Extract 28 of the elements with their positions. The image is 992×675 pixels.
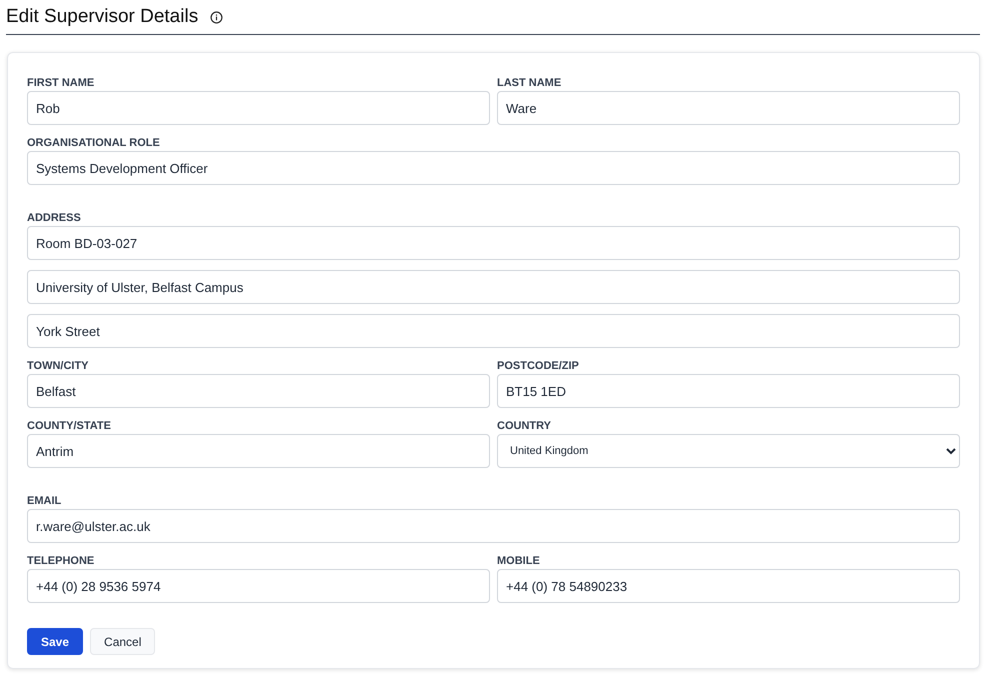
- input-field[interactable]: BT15 1ED: [497, 374, 960, 408]
- input-field[interactable]: York Street: [27, 314, 960, 348]
- field-label: TOWN/CITY: [27, 359, 90, 374]
- input-field[interactable]: University of Ulster, Belfast Campus: [27, 270, 960, 304]
- field-label: EMAIL: [27, 494, 62, 509]
- field-label: COUNTY/STATE: [27, 419, 112, 434]
- field-label: ADDRESS: [27, 211, 82, 226]
- info-icon[interactable]: [210, 10, 224, 24]
- field-label: LAST NAME: [497, 76, 562, 91]
- input-field[interactable]: Room BD-03-027: [27, 226, 960, 260]
- field-label: FIRST NAME: [27, 76, 96, 91]
- input-field[interactable]: Antrim: [27, 434, 490, 468]
- input-field[interactable]: Rob: [27, 91, 490, 125]
- field-label: ORGANISATIONAL ROLE: [27, 136, 161, 151]
- field-label: MOBILE: [497, 554, 541, 569]
- cancel-button[interactable]: Cancel: [90, 628, 156, 655]
- field-label: POSTCODE/ZIP: [497, 359, 580, 374]
- input-field[interactable]: Ware: [497, 91, 960, 125]
- page-title: Edit Supervisor Details: [6, 6, 198, 28]
- input-field[interactable]: r.ware@ulster.ac.uk: [27, 509, 960, 543]
- save-button[interactable]: Save: [27, 628, 84, 655]
- input-field[interactable]: Systems Development Officer: [27, 151, 960, 185]
- field-label: COUNTRY: [497, 419, 552, 434]
- input-field[interactable]: Belfast: [27, 374, 490, 408]
- field-label: TELEPHONE: [27, 554, 96, 569]
- input-field[interactable]: +44 (0) 28 9536 5974: [27, 569, 490, 603]
- input-field[interactable]: +44 (0) 78 54890233: [497, 569, 960, 603]
- country-dropdown[interactable]: United Kingdom: [497, 434, 960, 468]
